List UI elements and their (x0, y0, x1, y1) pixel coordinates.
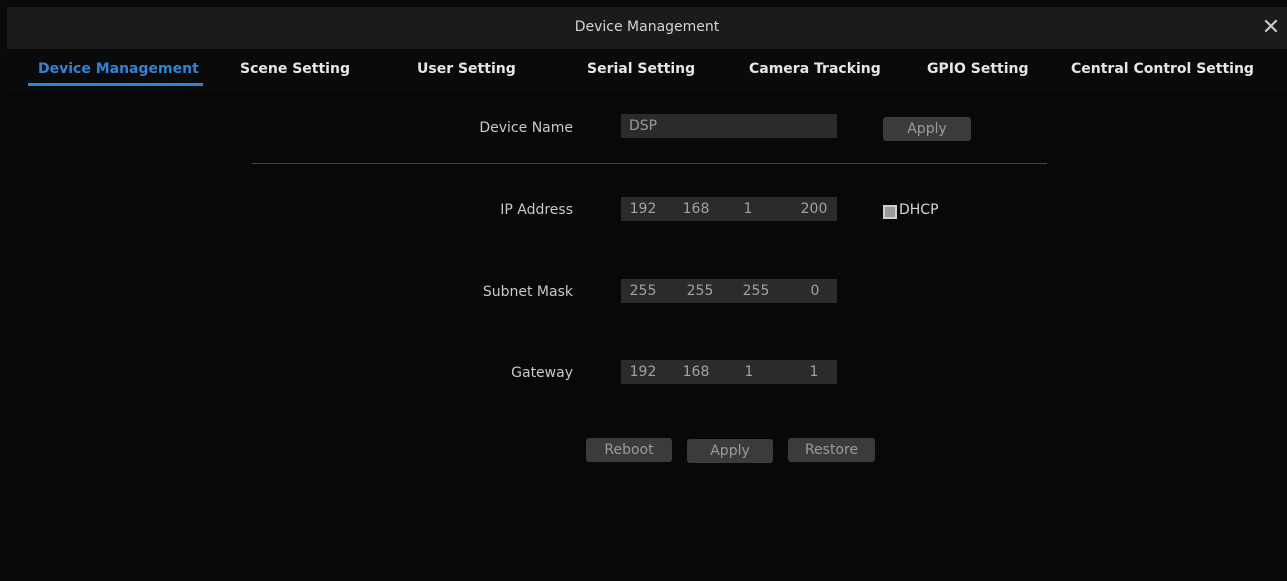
tab-device-management[interactable]: Device Management (38, 61, 199, 77)
device-management-window: Device Management ✕ Device Management Sc… (7, 7, 1287, 581)
subnet-mask-field: 255 255 255 0 (621, 279, 837, 303)
tab-gpio-setting[interactable]: GPIO Setting (927, 61, 1029, 77)
active-tab-underline (28, 83, 203, 86)
gateway-octet-3[interactable]: 1 (727, 360, 771, 384)
ip-octet-4[interactable]: 200 (792, 197, 836, 221)
subnet-octet-3[interactable]: 255 (734, 279, 778, 303)
gateway-octet-1[interactable]: 192 (621, 360, 665, 384)
ip-address-label: IP Address (500, 202, 573, 218)
close-icon[interactable]: ✕ (1259, 16, 1283, 40)
apply-button[interactable]: Apply (687, 439, 773, 463)
ip-octet-1[interactable]: 192 (621, 197, 665, 221)
tab-scene-setting[interactable]: Scene Setting (240, 61, 350, 77)
tab-user-setting[interactable]: User Setting (417, 61, 516, 77)
device-name-apply-button[interactable]: Apply (883, 117, 971, 141)
ip-address-field: 192 168 1 200 (621, 197, 837, 221)
tab-serial-setting[interactable]: Serial Setting (587, 61, 695, 77)
subnet-octet-4[interactable]: 0 (793, 279, 837, 303)
window-title: Device Management (574, 19, 720, 35)
tab-central-control-setting[interactable]: Central Control Setting (1071, 61, 1254, 77)
subnet-octet-1[interactable]: 255 (621, 279, 665, 303)
subnet-octet-2[interactable]: 255 (678, 279, 722, 303)
device-name-label: Device Name (479, 120, 573, 136)
gateway-field: 192 168 1 1 (621, 360, 837, 384)
restore-button[interactable]: Restore (788, 438, 875, 462)
section-divider (252, 163, 1047, 164)
subnet-mask-label: Subnet Mask (482, 284, 573, 300)
ip-octet-2[interactable]: 168 (674, 197, 718, 221)
gateway-octet-4[interactable]: 1 (792, 360, 836, 384)
ip-octet-3[interactable]: 1 (726, 197, 770, 221)
dhcp-checkbox[interactable] (883, 205, 897, 219)
gateway-octet-2[interactable]: 168 (674, 360, 718, 384)
reboot-button[interactable]: Reboot (586, 438, 672, 462)
device-name-input[interactable]: DSP (621, 114, 837, 138)
gateway-label: Gateway (511, 365, 573, 381)
tab-camera-tracking[interactable]: Camera Tracking (749, 61, 881, 77)
title-bar: Device Management ✕ (7, 7, 1287, 49)
dhcp-label: DHCP (899, 202, 939, 218)
